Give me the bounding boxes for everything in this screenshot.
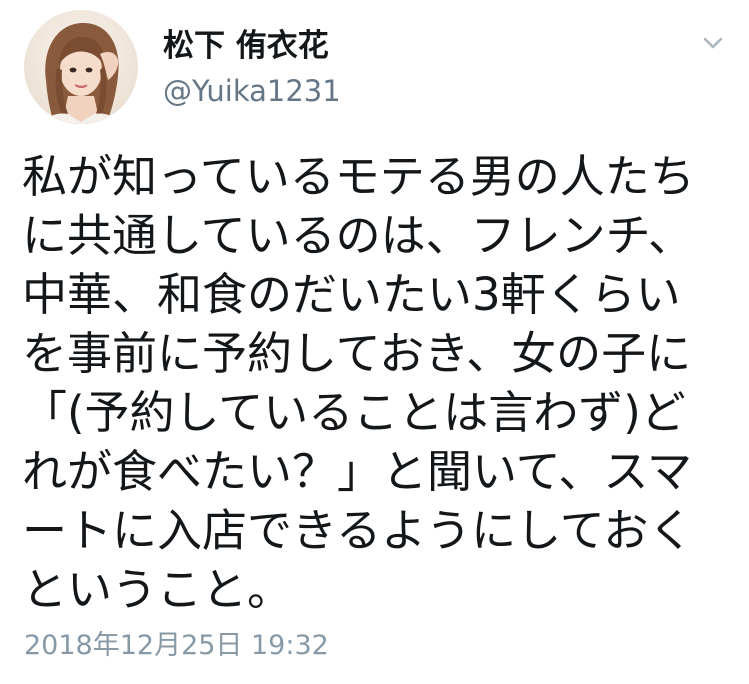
author-display-name[interactable]: 松下 侑衣花: [163, 28, 329, 64]
tweet-card: 松下 侑衣花 @Yuika1231 私が知っているモテる男の人たち に共通してい…: [0, 0, 749, 684]
author-handle[interactable]: @Yuika1231: [163, 74, 341, 108]
tweet-text-line: 「(予約していることは言わず)ど: [22, 386, 686, 439]
tweet-text-line: ートに入店できるようにしておく: [22, 504, 694, 557]
tweet-text-line: 中華、和食のだいたい3軒くらい: [22, 268, 681, 321]
avatar[interactable]: [24, 10, 138, 124]
chevron-down-icon[interactable]: [698, 28, 728, 58]
tweet-text-line: れが食べたい？」と聞いて、スマ: [22, 445, 693, 498]
tweet-timestamp[interactable]: 2018年12月25日 19:32: [24, 628, 329, 664]
tweet-text-line: 私が知っているモテる男の人たち: [22, 150, 695, 203]
tweet-text-line: ということ。: [22, 563, 293, 616]
tweet-text-line: に共通しているのは、フレンチ、: [22, 209, 693, 262]
tweet-text-line: を事前に予約しておき、女の子に: [22, 327, 692, 380]
avatar-photo: [24, 10, 138, 124]
tweet-text: 私が知っているモテる男の人たち に共通しているのは、フレンチ、 中華、和食のだい…: [22, 147, 722, 619]
